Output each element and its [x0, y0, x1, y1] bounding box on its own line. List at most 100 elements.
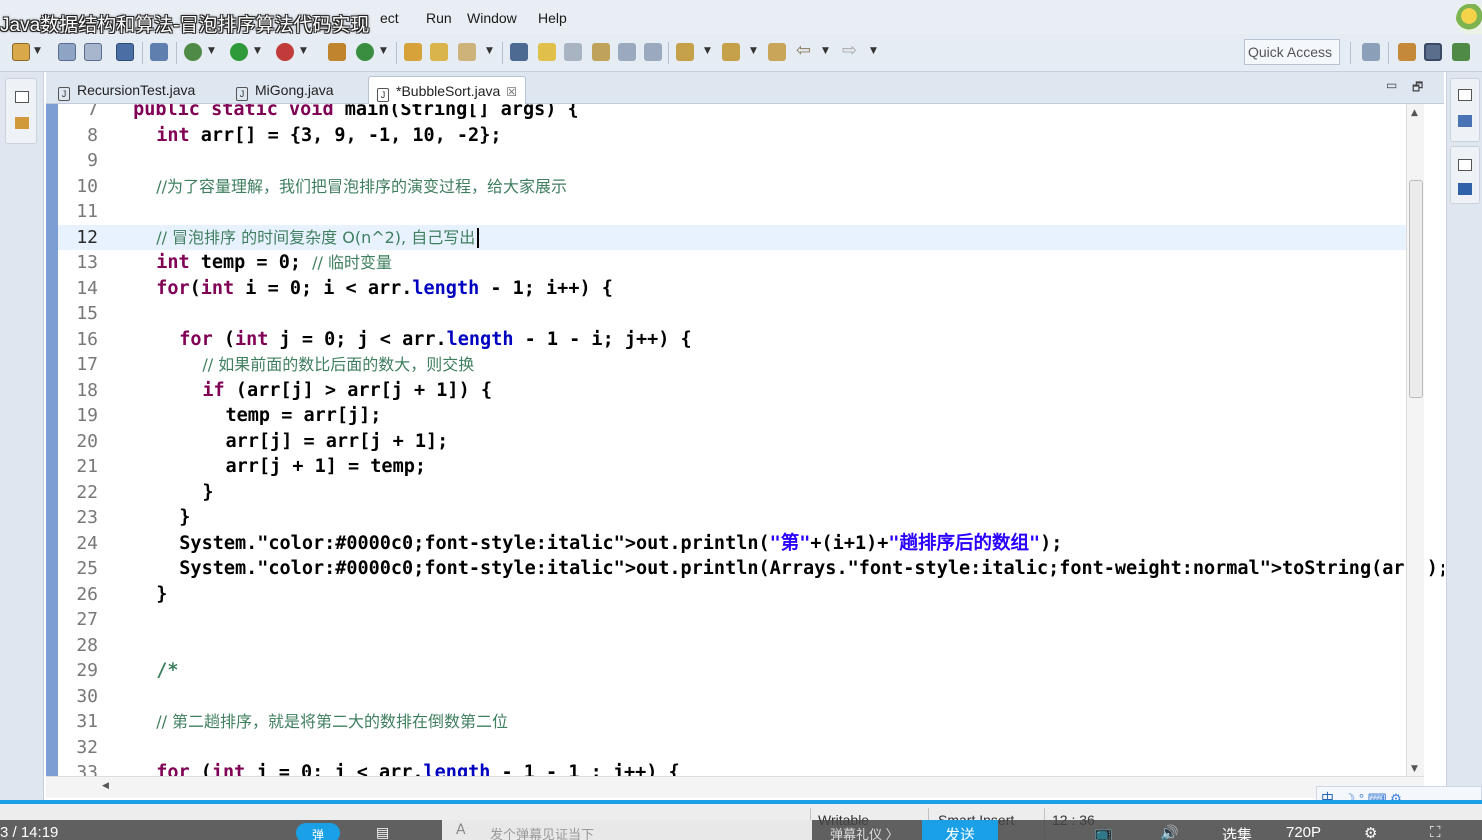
code-editor[interactable]: 7 public static void main(String[] args) …	[46, 104, 1444, 776]
console-view-icon[interactable]	[1458, 183, 1472, 195]
quick-access-field[interactable]: Quick Access	[1244, 39, 1340, 65]
scroll-down-icon[interactable]: ▼	[1411, 764, 1418, 774]
danmaku-etiquette-link[interactable]: 弹幕礼仪 〉	[830, 824, 899, 840]
last-edit-icon[interactable]	[768, 43, 786, 61]
code-line[interactable]: 17 // 如果前面的数比后面的数大，则交换	[58, 352, 1406, 378]
open-task-icon[interactable]	[430, 43, 448, 61]
code-line[interactable]: 23}	[58, 505, 1406, 531]
chevron-down-icon[interactable]: ▼	[870, 46, 877, 56]
save-icon[interactable]	[58, 43, 76, 61]
back-icon[interactable]: ⇦	[796, 40, 811, 61]
code-line[interactable]: 20 arr[j] = arr[j + 1];	[58, 429, 1406, 455]
quality-button[interactable]: 720P	[1286, 824, 1321, 840]
next-annotation-icon[interactable]	[676, 43, 694, 61]
tab-recursiontest[interactable]: J RecursionTest.java	[50, 76, 203, 104]
chevron-down-icon[interactable]: ▼	[254, 46, 261, 56]
code-line[interactable]: 19 temp = arr[j];	[58, 403, 1406, 429]
whitespace-icon[interactable]	[618, 43, 636, 61]
code-line[interactable]: 27	[58, 607, 1406, 633]
chevron-down-icon[interactable]: ▼	[750, 46, 757, 56]
new-class-icon[interactable]	[356, 43, 374, 61]
send-button[interactable]: 发送	[922, 820, 998, 840]
debug-perspective-icon[interactable]	[1452, 43, 1470, 61]
java-ee-perspective-icon[interactable]	[1398, 43, 1416, 61]
scrollbar-thumb[interactable]	[1409, 180, 1423, 398]
search-icon[interactable]	[458, 43, 476, 61]
java-perspective-icon[interactable]	[1424, 43, 1442, 61]
code-line[interactable]: 18 if (arr[j] > arr[j + 1]) {	[58, 378, 1406, 404]
danmaku-toggle[interactable]: 弹	[296, 823, 340, 840]
code-line[interactable]: 14 for(int i = 0; i < arr.length - 1; i++…	[58, 276, 1406, 302]
code-line[interactable]: 32	[58, 735, 1406, 761]
code-line[interactable]: 16 for (int j = 0; j < arr.length - 1 - i…	[58, 327, 1406, 353]
new-icon[interactable]	[12, 43, 30, 61]
code-line[interactable]: 21 arr[j + 1] = temp;	[58, 454, 1406, 480]
chevron-down-icon[interactable]: ▼	[486, 46, 493, 56]
maximize-icon[interactable]: 🗗	[1412, 78, 1423, 99]
debug-icon[interactable]	[184, 43, 202, 61]
code-line[interactable]: 30	[58, 684, 1406, 710]
package-explorer-icon[interactable]	[15, 117, 29, 129]
close-icon[interactable]: ☒	[506, 85, 517, 99]
code-line[interactable]: 9	[58, 148, 1406, 174]
run-icon[interactable]	[230, 43, 248, 61]
horizontal-scrollbar[interactable]: ◀	[46, 776, 1424, 798]
chevron-down-icon[interactable]: ▼	[300, 46, 307, 56]
scroll-up-icon[interactable]: ▲	[1411, 108, 1418, 118]
chevron-down-icon[interactable]: ▼	[34, 46, 41, 56]
code-line[interactable]: 11	[58, 199, 1406, 225]
code-line[interactable]: 25 System."color:#0000c0;font-style:itali…	[58, 556, 1444, 582]
menu-run[interactable]: Run	[426, 10, 452, 26]
outline-icon[interactable]	[1458, 115, 1472, 127]
chevron-down-icon[interactable]: ▼	[208, 46, 215, 56]
new-java-project-icon[interactable]	[328, 43, 346, 61]
danmaku-input[interactable]: A 发个弹幕见证当下	[442, 820, 812, 840]
vertical-scrollbar[interactable]: ▲ ▼	[1406, 104, 1424, 776]
code-line[interactable]: 33 for (int j = 0; j < arr.length - 1 - 1…	[58, 760, 1406, 776]
minimize-icon[interactable]: ▭	[1386, 78, 1397, 92]
danmaku-settings-icon[interactable]: ▤	[376, 824, 389, 840]
fullscreen-icon[interactable]: ⛶	[1430, 824, 1441, 840]
restore-icon[interactable]	[1458, 159, 1472, 171]
prev-annotation-icon[interactable]	[722, 43, 740, 61]
code-line[interactable]: 8 int arr[] = {3, 9, -1, 10, -2};	[58, 123, 1406, 149]
code-line[interactable]: 22}	[58, 480, 1406, 506]
console-icon[interactable]	[116, 43, 134, 61]
external-tools-icon[interactable]	[276, 43, 294, 61]
code-line[interactable]: 12 // 冒泡排序 的时间复杂度 O(n^2), 自己写出	[58, 224, 1406, 250]
tab-bubblesort[interactable]: J *BubbleSort.java ☒	[368, 76, 527, 104]
code-line[interactable]: 7 public static void main(String[] args) …	[58, 104, 1406, 123]
restore-icon[interactable]	[1458, 89, 1472, 101]
save-all-icon[interactable]	[84, 43, 102, 61]
tab-migong[interactable]: J MiGong.java	[228, 76, 342, 104]
open-perspective-icon[interactable]	[1362, 43, 1380, 61]
open-type-icon[interactable]	[404, 43, 422, 61]
chevron-down-icon[interactable]: ▼	[822, 46, 829, 56]
chevron-down-icon[interactable]: ▼	[380, 46, 387, 56]
menu-help[interactable]: Help	[538, 10, 567, 26]
chevron-down-icon[interactable]: ▼	[704, 46, 711, 56]
word-wrap-icon[interactable]	[592, 43, 610, 61]
skip-breakpoints-icon[interactable]	[150, 43, 168, 61]
gear-icon[interactable]: ⚙	[1364, 824, 1377, 840]
code-line[interactable]: 26}	[58, 582, 1406, 608]
code-line[interactable]: 15	[58, 301, 1406, 327]
code-line[interactable]: 13 int temp = 0; // 临时变量	[58, 250, 1406, 276]
tv-icon[interactable]: 📺	[1094, 824, 1113, 840]
paragraph-icon[interactable]	[644, 43, 662, 61]
volume-icon[interactable]: 🔊	[1160, 824, 1179, 840]
code-line[interactable]: 29 /*	[58, 658, 1406, 684]
highlight-icon[interactable]	[538, 43, 556, 61]
restore-icon[interactable]	[15, 91, 29, 103]
code-line[interactable]: 31 // 第二趟排序，就是将第二大的数排在倒数第二位	[58, 709, 1406, 735]
menu-project[interactable]: ect	[380, 10, 399, 26]
toggle-mark-icon[interactable]	[510, 43, 528, 61]
code-line[interactable]: 10 //为了容量理解，我们把冒泡排序的演变过程，给大家展示	[58, 174, 1406, 200]
block-selection-icon[interactable]	[564, 43, 582, 61]
code-line[interactable]: 28	[58, 633, 1406, 659]
code-line[interactable]: 24 System."color:#0000c0;font-style:itali…	[58, 531, 1406, 557]
scroll-left-icon[interactable]: ◀	[102, 781, 109, 791]
forward-icon[interactable]: ⇨	[842, 40, 857, 61]
episodes-button[interactable]: 选集	[1222, 824, 1252, 840]
menu-window[interactable]: Window	[467, 10, 517, 26]
